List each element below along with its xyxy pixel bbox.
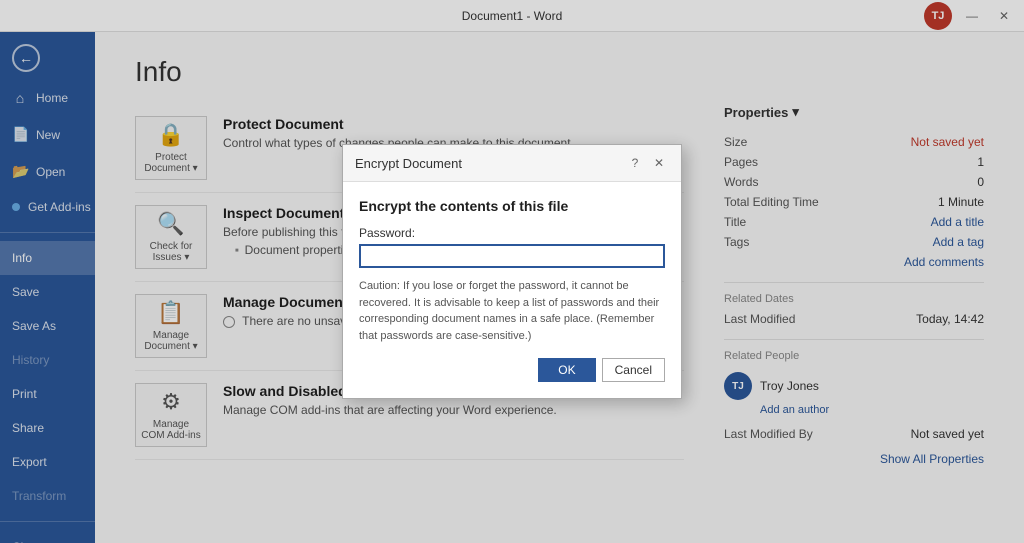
dialog-heading: Encrypt the contents of this file [359,198,665,214]
dialog-title: Encrypt Document [355,156,462,171]
dialog-close-button[interactable]: ✕ [649,153,669,173]
dialog-buttons: OK Cancel [359,358,665,382]
password-input[interactable] [359,244,665,268]
dialog-overlay: Encrypt Document ? ✕ Encrypt the content… [0,0,1024,543]
caution-text: Caution: If you lose or forget the passw… [359,278,665,344]
ok-button[interactable]: OK [538,358,595,382]
encrypt-dialog: Encrypt Document ? ✕ Encrypt the content… [342,144,682,399]
dialog-controls: ? ✕ [625,153,669,173]
cancel-button[interactable]: Cancel [602,358,665,382]
dialog-help-button[interactable]: ? [625,153,645,173]
password-label: Password: [359,226,665,240]
dialog-titlebar: Encrypt Document ? ✕ [343,145,681,182]
dialog-body: Encrypt the contents of this file Passwo… [343,182,681,398]
